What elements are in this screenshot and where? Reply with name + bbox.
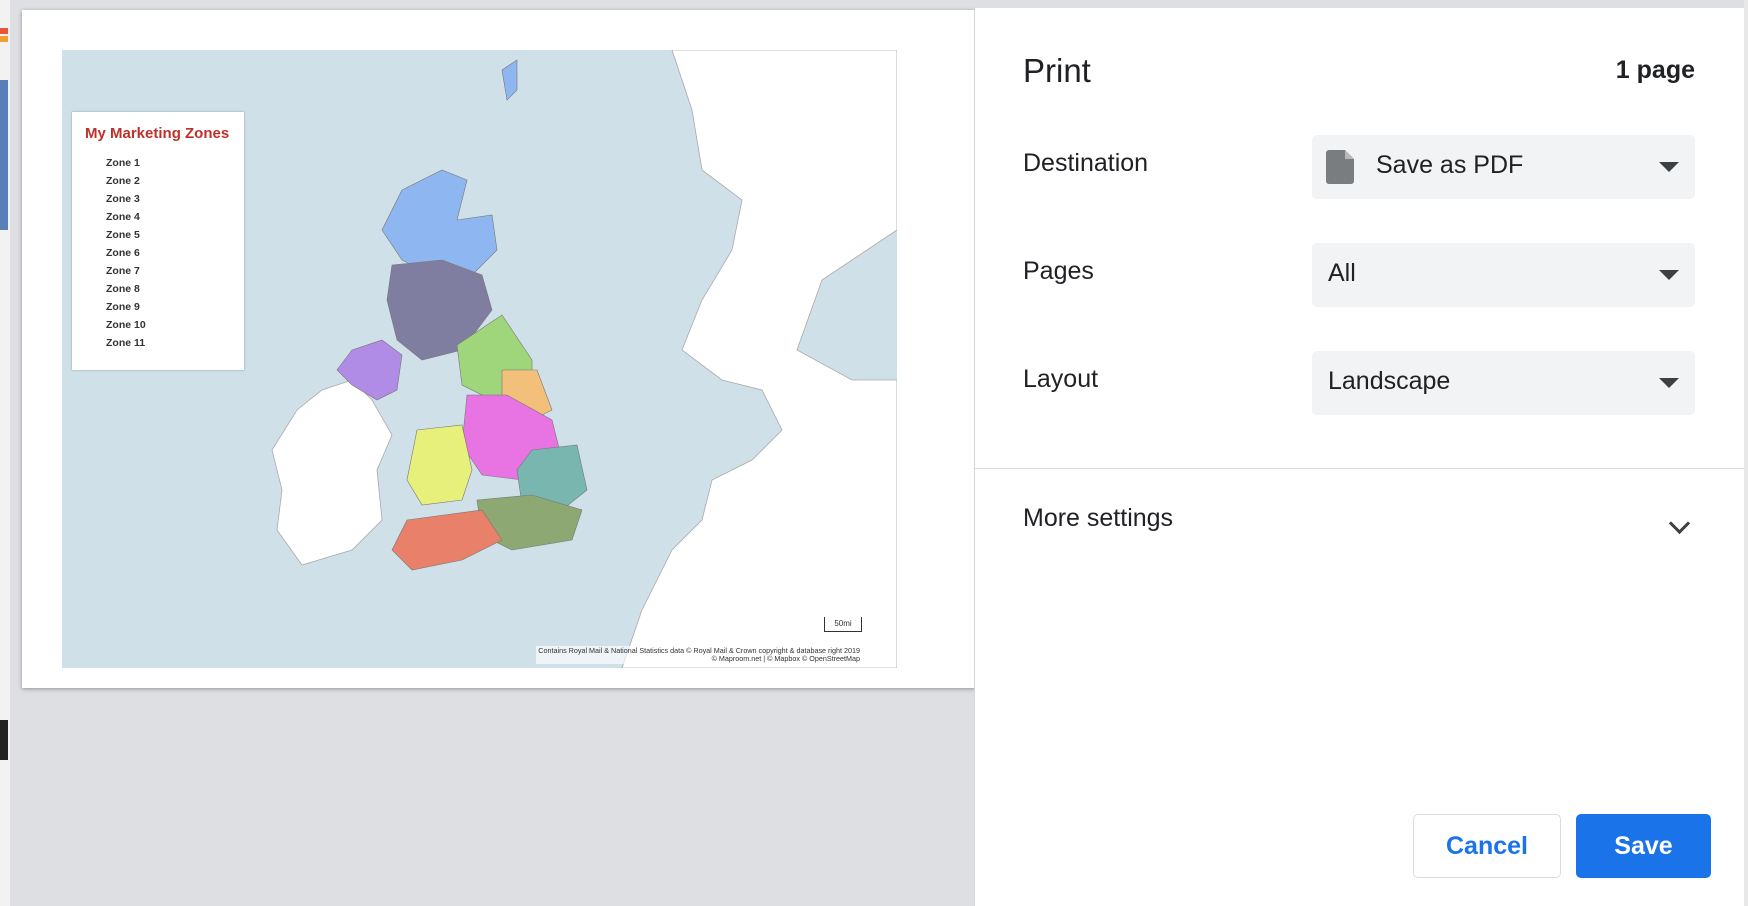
destination-label: Destination [1023, 149, 1149, 177]
background-app-strip [0, 0, 10, 906]
legend-item: Zone 2 [106, 175, 140, 187]
legend-item: Zone 9 [106, 301, 140, 313]
map-graphic-shape [501, 59, 518, 101]
destination-value: Save as PDF [1376, 151, 1524, 179]
legend-item: Zone 4 [106, 211, 140, 223]
print-preview-area: My Marketing Zones Zone 1 Zone 2 Zone 3 … [10, 0, 977, 906]
map-legend: My Marketing Zones Zone 1 Zone 2 Zone 3 … [72, 112, 244, 370]
pages-value: All [1328, 259, 1356, 287]
pages-select[interactable]: All [1312, 243, 1695, 307]
attribution-line-2: © Maproom.net | © Mapbox © OpenStreetMap [711, 654, 860, 663]
legend-item: Zone 5 [106, 229, 140, 241]
map-attribution: Contains Royal Mail & National Statistic… [536, 646, 862, 664]
legend-item: Zone 8 [106, 283, 140, 295]
background-app-strip-fragment [0, 720, 8, 760]
page-count: 1 page [1615, 56, 1695, 84]
dropdown-arrow-icon [1659, 270, 1679, 280]
scale-bar: 50mi [824, 617, 862, 632]
map-graphic-shape [621, 50, 897, 668]
divider [975, 468, 1745, 469]
save-button[interactable]: Save [1576, 814, 1711, 878]
legend-list: Zone 1 Zone 2 Zone 3 Zone 4 Zone 5 Zone … [106, 154, 146, 352]
more-settings-toggle[interactable]: More settings [1023, 504, 1173, 533]
background-app-strip-fragment [0, 28, 8, 34]
pages-label: Pages [1023, 257, 1094, 285]
legend-item: Zone 10 [106, 319, 146, 331]
legend-item: Zone 1 [106, 157, 140, 169]
map-graphic-shape [271, 379, 393, 566]
file-icon [1326, 150, 1354, 184]
legend-item: Zone 3 [106, 193, 140, 205]
legend-title: My Marketing Zones [85, 125, 230, 142]
layout-label: Layout [1023, 365, 1099, 393]
legend-item: Zone 6 [106, 247, 140, 259]
dropdown-arrow-icon [1659, 378, 1679, 388]
print-settings-panel: Print 1 page Destination Save as PDF Pag… [974, 8, 1745, 906]
cancel-button[interactable]: Cancel [1413, 814, 1561, 878]
dropdown-arrow-icon [1659, 162, 1679, 172]
map-image: My Marketing Zones Zone 1 Zone 2 Zone 3 … [62, 50, 897, 668]
layout-select[interactable]: Landscape [1312, 351, 1695, 415]
legend-item: Zone 11 [106, 337, 146, 349]
background-app-strip-fragment [0, 36, 8, 42]
chevron-down-icon[interactable] [1668, 512, 1691, 535]
preview-page: My Marketing Zones Zone 1 Zone 2 Zone 3 … [22, 10, 977, 688]
background-app-strip-fragment [0, 80, 8, 230]
legend-item: Zone 7 [106, 265, 140, 277]
dialog-title: Print [1023, 52, 1091, 89]
map-graphic-shape [406, 424, 473, 506]
destination-select[interactable]: Save as PDF [1312, 135, 1695, 199]
layout-value: Landscape [1328, 367, 1451, 395]
window-edge [1744, 0, 1748, 906]
map-graphic-shape [391, 509, 503, 571]
